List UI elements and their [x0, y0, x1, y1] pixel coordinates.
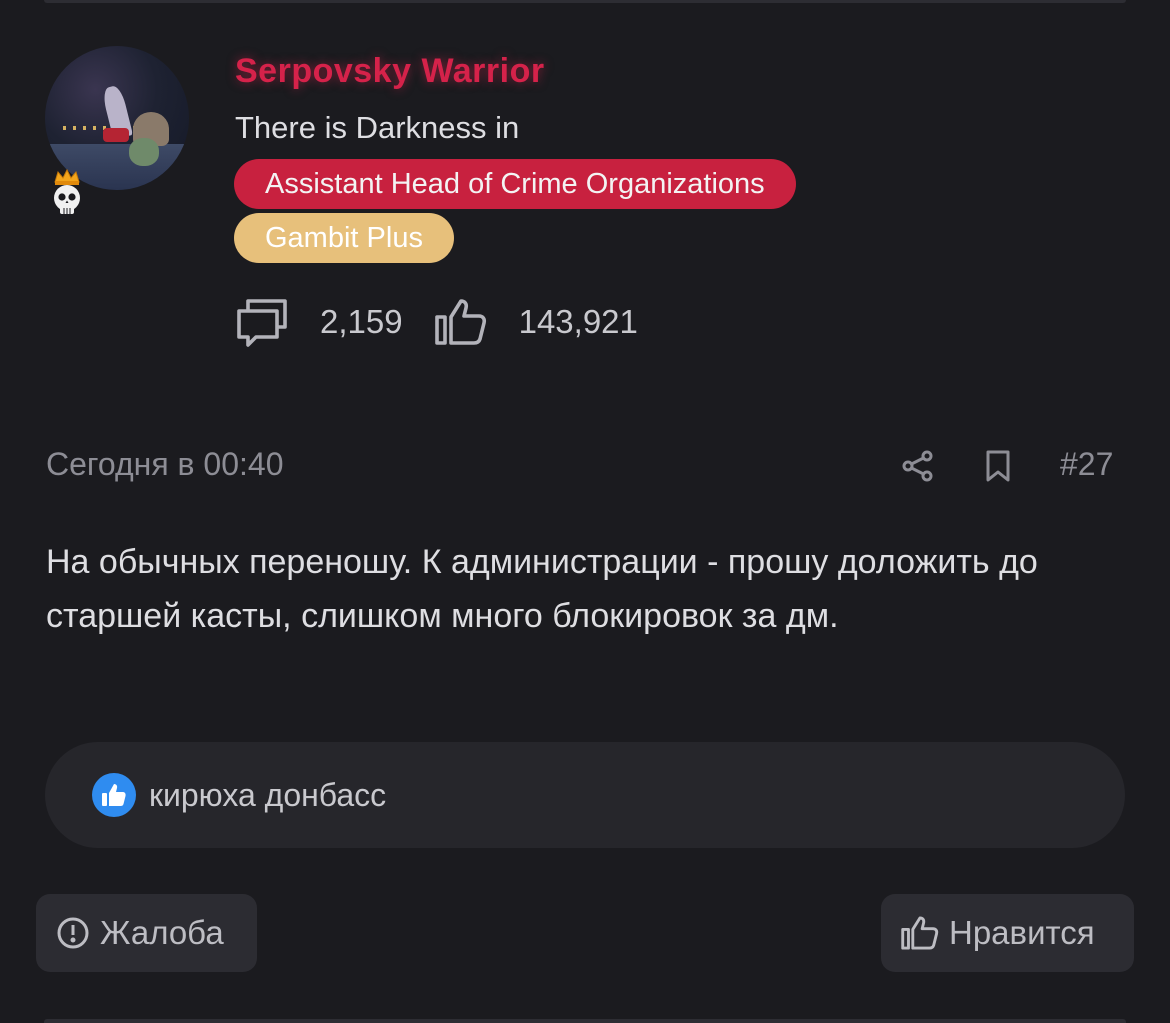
like-icon — [92, 773, 136, 817]
warning-icon — [56, 916, 90, 950]
crowned-skull-icon — [48, 168, 86, 216]
share-icon[interactable] — [902, 450, 934, 487]
author-stats: 2,159 143,921 — [236, 294, 638, 350]
report-button-label: Жалоба — [100, 914, 224, 951]
like-button-label: Нравится — [949, 914, 1095, 951]
author-role-badge: Assistant Head of Crime Organizations — [234, 159, 796, 209]
messages-count: 2,159 — [320, 303, 403, 340]
post-date[interactable]: Сегодня в 00:40 — [46, 446, 284, 483]
author-status: There is Darkness in — [235, 110, 520, 145]
reactions-bar[interactable]: кирюха донбасс — [45, 742, 1125, 848]
likes-count: 143,921 — [518, 303, 638, 340]
report-button[interactable]: Жалоба — [36, 894, 257, 972]
bottom-divider — [44, 1019, 1126, 1023]
author-username[interactable]: Serpovsky Warrior — [235, 52, 545, 91]
top-divider — [44, 0, 1126, 3]
thumbs-up-icon — [901, 915, 939, 951]
thumbs-up-icon — [434, 297, 487, 347]
post-number[interactable]: #27 — [1060, 446, 1113, 483]
messages-icon — [236, 297, 288, 347]
reaction-users[interactable]: кирюха донбасс — [149, 773, 386, 817]
like-button[interactable]: Нравится — [881, 894, 1134, 972]
post-message: На обычных переношу. К администрации - п… — [46, 543, 1038, 635]
author-plan-badge: Gambit Plus — [234, 213, 454, 263]
bookmark-icon[interactable] — [985, 450, 1011, 487]
